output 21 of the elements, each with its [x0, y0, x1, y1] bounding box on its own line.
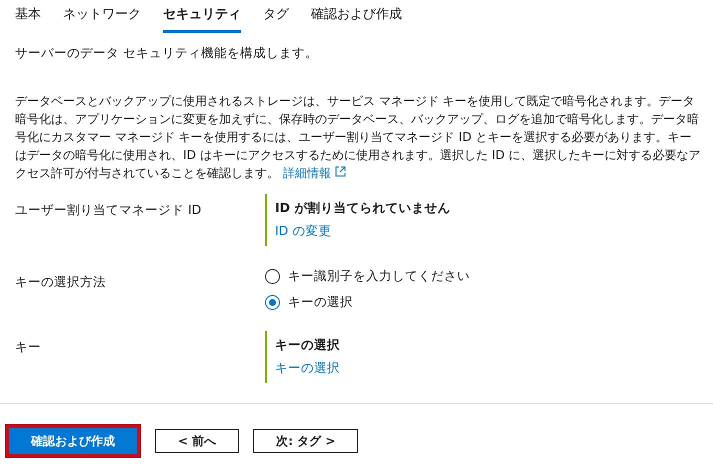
status-text: キーの選択 — [275, 337, 340, 354]
external-link-icon — [334, 166, 346, 177]
learn-more-link[interactable]: 詳細情報 — [282, 166, 346, 180]
intro-text: サーバーのデータ セキュリティ機能を構成します。 — [14, 44, 319, 62]
radio-option[interactable]: キー識別子を入力してください — [265, 268, 470, 285]
tab[interactable]: セキュリティ — [163, 5, 241, 33]
field-label: キーの選択方法 — [15, 273, 107, 291]
field-label: キー — [15, 338, 42, 356]
tab[interactable]: ネットワーク — [63, 5, 141, 33]
create-button[interactable]: 確認および作成 — [9, 428, 137, 454]
status-text: ID が割り当てられていません — [275, 200, 450, 217]
tab[interactable]: 基本 — [15, 5, 41, 33]
description-paragraph: データベースとバックアップに使用されるストレージは、サービス マネージド キーを使用して既定で暗号化されます。データ暗号化は、アプリケーションに変更を加えずに、保存時のデータベース、バックアップ、ログを追加で暗号化します。データ暗号化にカスタマー マネージド キーを使用するには、ユーザー割り当てマネージド ID とキーを選択する必要があります。キーはデータの暗号化に使用され、ID はキーにアクセスするために使用されます。選択した ID に、選択したキーに対する必要なアクセス許可が付与されていることを確認します。 詳細情報 — [14, 93, 702, 182]
select-link[interactable]: ID の変更 — [275, 223, 450, 240]
tab[interactable]: 確認および作成 — [311, 5, 402, 33]
nav-button[interactable]: < 前へ — [155, 429, 240, 453]
field-label: ユーザー割り当てマネージド ID — [15, 201, 202, 219]
radio-option[interactable]: キーの選択 — [265, 294, 470, 311]
nav-button[interactable]: 次: タグ > — [253, 429, 358, 453]
tab[interactable]: タグ — [263, 5, 289, 33]
select-link[interactable]: キーの選択 — [275, 360, 340, 377]
